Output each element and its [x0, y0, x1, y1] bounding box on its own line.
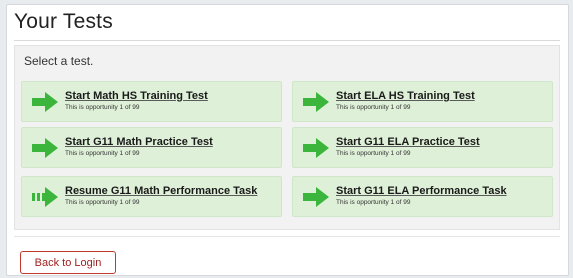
test-opportunity: This is opportunity 1 of 99 [336, 199, 411, 206]
test-card-g11-ela-performance[interactable]: Start G11 ELA Performance Task This is o… [292, 176, 553, 217]
test-opportunity: This is opportunity 1 of 99 [336, 104, 411, 111]
test-title: Start G11 Math Practice Test [65, 136, 213, 148]
resume-arrow-icon [32, 187, 58, 207]
test-card-ela-hs-training[interactable]: Start ELA HS Training Test This is oppor… [292, 81, 553, 122]
test-title: Start Math HS Training Test [65, 90, 208, 102]
test-title: Start ELA HS Training Test [336, 90, 475, 102]
test-card-g11-math-performance[interactable]: Resume G11 Math Performance Task This is… [21, 176, 282, 217]
test-card-g11-ela-practice[interactable]: Start G11 ELA Practice Test This is oppo… [292, 127, 553, 168]
test-opportunity: This is opportunity 1 of 99 [65, 199, 140, 206]
start-arrow-icon [303, 92, 329, 112]
footer-divider [14, 236, 560, 237]
test-opportunity: This is opportunity 1 of 99 [65, 150, 140, 157]
title-divider [14, 40, 560, 41]
test-opportunity: This is opportunity 1 of 99 [65, 104, 140, 111]
back-to-login-button[interactable]: Back to Login [20, 251, 116, 274]
test-title: Start G11 ELA Practice Test [336, 136, 480, 148]
test-card-g11-math-practice[interactable]: Start G11 Math Practice Test This is opp… [21, 127, 282, 168]
test-card-math-hs-training[interactable]: Start Math HS Training Test This is oppo… [21, 81, 282, 122]
start-arrow-icon [32, 92, 58, 112]
start-arrow-icon [303, 187, 329, 207]
select-prompt: Select a test. [24, 54, 94, 68]
page-title: Your Tests [14, 10, 113, 33]
test-opportunity: This is opportunity 1 of 99 [336, 150, 411, 157]
test-title: Resume G11 Math Performance Task [65, 185, 258, 197]
start-arrow-icon [32, 138, 58, 158]
test-title: Start G11 ELA Performance Task [336, 185, 507, 197]
start-arrow-icon [303, 138, 329, 158]
